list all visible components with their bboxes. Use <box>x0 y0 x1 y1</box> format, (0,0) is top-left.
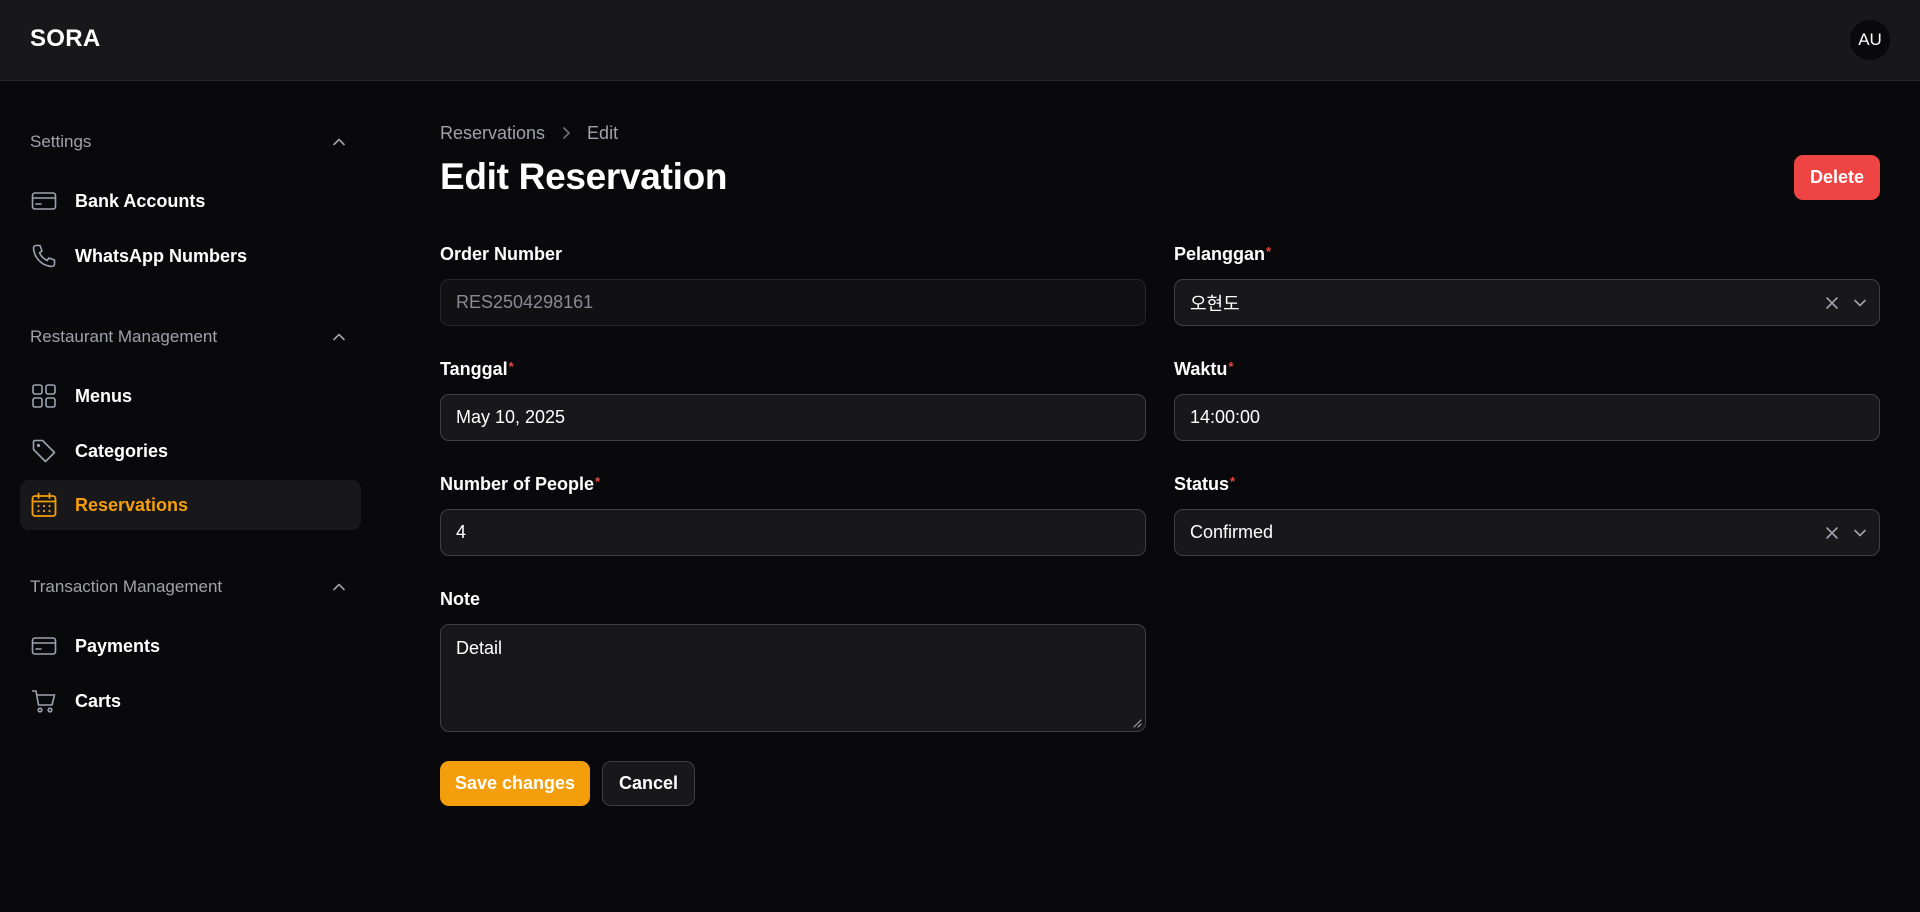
chevron-up-icon <box>333 583 345 591</box>
order-number-field: RES2504298161 <box>440 279 1146 326</box>
note-label: Note <box>440 589 480 610</box>
delete-button[interactable]: Delete <box>1793 155 1880 200</box>
status-label-text: Status <box>1174 474 1230 494</box>
chevron-up-icon <box>333 333 345 341</box>
sidebar-item-carts[interactable]: Carts <box>20 676 361 726</box>
order-number-value: RES2504298161 <box>456 292 594 312</box>
tanggal-label-text: Tanggal <box>440 359 508 379</box>
brand-logo[interactable]: SORA <box>30 25 101 53</box>
required-marker: * <box>1228 359 1234 374</box>
resize-handle-icon[interactable] <box>1133 719 1142 728</box>
note-label-text: Note <box>440 589 480 609</box>
save-changes-button[interactable]: Save changes <box>440 761 591 806</box>
breadcrumb-parent-link[interactable]: Reservations <box>440 123 545 144</box>
sidebar-group-label: Restaurant Management <box>30 327 218 346</box>
people-label: Number of People* <box>440 474 600 495</box>
sidebar-item-menus[interactable]: Menus <box>20 371 361 421</box>
sidebar-item-label: Payments <box>75 635 161 656</box>
sidebar-item-whatsapp-numbers[interactable]: WhatsApp Numbers <box>20 231 361 281</box>
pelanggan-label-text: Pelanggan <box>1174 244 1266 264</box>
waktu-time-field[interactable]: 14:00:00 <box>1174 394 1880 441</box>
calendar-icon <box>30 491 58 519</box>
sidebar-group-restaurant-management[interactable]: Restaurant Management <box>30 322 346 352</box>
phone-icon <box>30 242 58 270</box>
sidebar-item-label: Categories <box>75 440 169 461</box>
waktu-label-text: Waktu <box>1174 359 1228 379</box>
order-number-label-text: Order Number <box>440 244 563 264</box>
sidebar-item-label: Reservations <box>75 494 189 515</box>
main-content: Reservations Edit Edit Reservation Delet… <box>440 81 1880 912</box>
breadcrumb-current: Edit <box>587 122 619 143</box>
cancel-button[interactable]: Cancel <box>602 761 696 806</box>
sidebar-group-transaction-management[interactable]: Transaction Management <box>30 572 346 602</box>
pelanggan-label: Pelanggan* <box>1174 244 1271 265</box>
people-label-text: Number of People <box>440 474 595 494</box>
credit-card-icon <box>30 187 58 215</box>
sidebar-group-label: Transaction Management <box>30 577 223 596</box>
grid-icon <box>30 382 58 410</box>
note-value: Detail <box>456 638 503 658</box>
chevron-down-icon[interactable] <box>1853 296 1867 310</box>
clear-icon[interactable] <box>1825 526 1839 540</box>
breadcrumb: Reservations Edit <box>440 121 618 145</box>
waktu-value: 14:00:00 <box>1190 407 1261 427</box>
pelanggan-value: 오현도 <box>1190 293 1240 314</box>
cart-icon <box>30 687 58 715</box>
sidebar-group-settings[interactable]: Settings <box>30 127 346 157</box>
tag-icon <box>30 437 58 465</box>
order-number-label: Order Number <box>440 244 562 265</box>
waktu-label: Waktu* <box>1174 359 1233 380</box>
note-textarea[interactable]: Detail <box>440 624 1146 732</box>
required-marker: * <box>1266 244 1272 259</box>
status-value: Confirmed <box>1190 522 1274 542</box>
status-label: Status* <box>1174 474 1235 495</box>
sidebar-item-label: WhatsApp Numbers <box>75 245 248 266</box>
sidebar: Settings Bank Accounts WhatsApp Numbers … <box>0 81 380 912</box>
chevron-up-icon <box>333 138 345 146</box>
clear-icon[interactable] <box>1825 296 1839 310</box>
sidebar-item-reservations[interactable]: Reservations <box>20 480 361 530</box>
sidebar-item-categories[interactable]: Categories <box>20 426 361 476</box>
sidebar-item-label: Menus <box>75 385 133 406</box>
page-title: Edit Reservation <box>440 156 728 197</box>
required-marker: * <box>595 474 601 489</box>
tanggal-label: Tanggal* <box>440 359 514 380</box>
required-marker: * <box>1230 474 1236 489</box>
credit-card-icon <box>30 632 58 660</box>
required-marker: * <box>508 359 514 374</box>
top-bar: SORA AU <box>0 0 1920 81</box>
sidebar-group-label: Settings <box>30 132 92 151</box>
chevron-down-icon[interactable] <box>1853 526 1867 540</box>
chevron-right-icon <box>563 127 570 139</box>
tanggal-date-field[interactable]: May 10, 2025 <box>440 394 1146 441</box>
user-avatar[interactable]: AU <box>1850 20 1890 60</box>
sidebar-item-payments[interactable]: Payments <box>20 621 361 671</box>
sidebar-item-bank-accounts[interactable]: Bank Accounts <box>20 176 361 226</box>
status-select[interactable]: Confirmed <box>1174 509 1880 556</box>
people-number-field[interactable]: 4 <box>440 509 1146 556</box>
sidebar-item-label: Bank Accounts <box>75 190 206 211</box>
sidebar-item-label: Carts <box>75 690 122 711</box>
tanggal-value: May 10, 2025 <box>456 407 566 427</box>
pelanggan-select[interactable]: 오현도 <box>1174 279 1880 326</box>
people-value: 4 <box>456 522 467 542</box>
